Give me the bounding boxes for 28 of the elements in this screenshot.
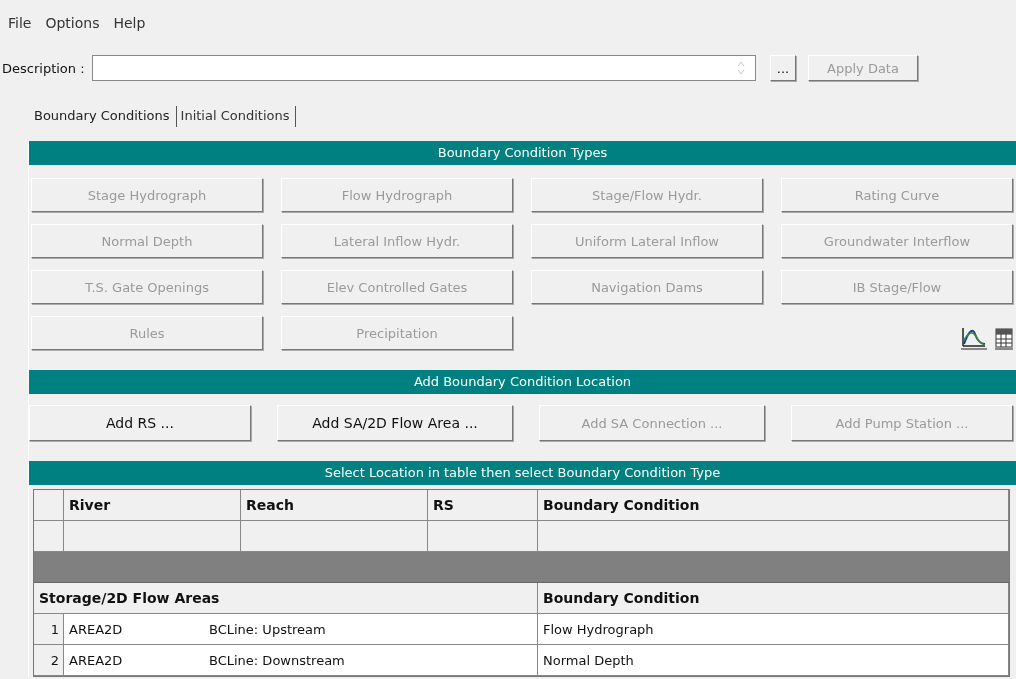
table-cell[interactable]: BCLine: Upstream [204, 614, 538, 645]
row-number: 2 [34, 645, 64, 676]
table-cell[interactable]: AREA2D [64, 645, 204, 676]
add-location-button[interactable]: Add SA/2D Flow Area ... [277, 405, 513, 441]
spin-icon[interactable] [737, 60, 745, 76]
section-header: Boundary Condition Types [29, 141, 1016, 165]
browse-button[interactable]: ... [770, 55, 796, 81]
table-cell[interactable]: BCLine: Downstream [204, 645, 538, 676]
hydrograph-plot-icon[interactable] [961, 326, 987, 350]
menu-item[interactable]: Options [45, 15, 100, 37]
section-header: Add Boundary Condition Location [29, 370, 1016, 394]
menu-item[interactable]: File [8, 15, 32, 37]
table-cell [34, 490, 64, 521]
column-header: Boundary Condition [538, 490, 1009, 521]
table-cell[interactable]: AREA2D [64, 614, 204, 645]
column-header: RS [428, 490, 538, 521]
row-number: 1 [34, 614, 64, 645]
column-header: Reach [241, 490, 428, 521]
description-label: Description : [2, 60, 86, 76]
section-header: Select Location in table then select Boundary Condition Type [29, 461, 1016, 485]
table-cell[interactable]: Flow Hydrograph [538, 614, 1009, 645]
tab[interactable]: Initial Conditions [176, 106, 297, 127]
table-cell[interactable]: Normal Depth [538, 645, 1009, 676]
table-icon[interactable] [995, 328, 1013, 350]
add-location-button[interactable]: Add RS ... [29, 405, 251, 441]
menu-item[interactable]: Help [113, 15, 146, 37]
description-field[interactable] [92, 55, 756, 81]
column-header: River [64, 490, 241, 521]
